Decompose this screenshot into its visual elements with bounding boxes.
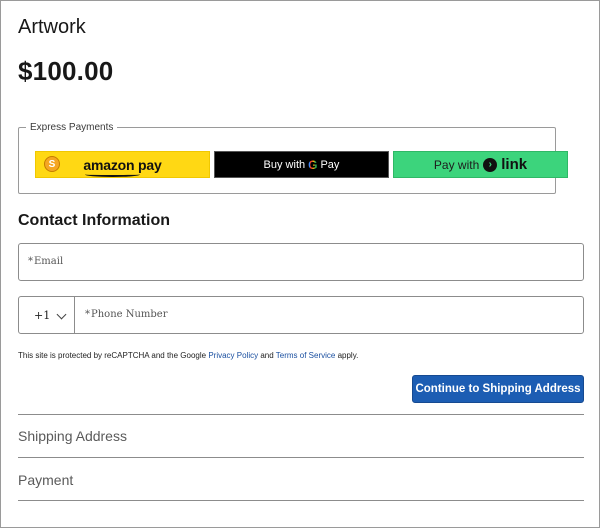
express-payments-group: Express Payments S amazon pay Buy with G… — [18, 122, 568, 194]
phone-placeholder: *Phone Number — [85, 309, 168, 320]
product-title: Artwork — [18, 16, 86, 38]
link-pay-button[interactable]: Pay with › link — [393, 151, 568, 178]
contact-information-heading: Contact Information — [18, 212, 170, 229]
google-pay-suffix: Pay — [320, 158, 340, 171]
email-placeholder: *Email — [28, 256, 64, 267]
shipping-address-section[interactable]: Shipping Address — [18, 428, 127, 444]
product-price: $100.00 — [18, 56, 114, 86]
chevron-down-icon — [56, 309, 67, 320]
country-code-value: +1 — [34, 308, 51, 322]
google-g-icon: G — [308, 157, 318, 172]
divider — [18, 500, 584, 501]
phone-number-field[interactable]: *Phone Number — [74, 296, 584, 334]
payment-section[interactable]: Payment — [18, 472, 73, 488]
privacy-policy-link[interactable]: Privacy Policy — [208, 351, 258, 360]
link-arrow-icon: › — [483, 157, 498, 172]
terms-of-service-link[interactable]: Terms of Service — [276, 351, 336, 360]
recaptcha-notice: This site is protected by reCAPTCHA and … — [18, 351, 359, 360]
link-pay-prefix: Pay with — [433, 157, 480, 172]
link-logo-text: link — [501, 156, 528, 173]
divider — [18, 414, 584, 415]
amazon-pay-label: amazon pay — [83, 157, 162, 177]
google-pay-prefix: Buy with — [263, 158, 306, 171]
phone-row: +1 *Phone Number — [18, 296, 584, 334]
email-field[interactable]: *Email — [18, 243, 584, 281]
amazon-pay-logo-icon: S — [44, 156, 60, 172]
google-pay-button[interactable]: Buy with G Pay — [214, 151, 389, 178]
continue-to-shipping-button[interactable]: Continue to Shipping Address — [412, 375, 584, 403]
express-payments-legend: Express Payments — [26, 122, 118, 134]
amazon-pay-button[interactable]: S amazon pay — [35, 151, 210, 178]
divider — [18, 457, 584, 458]
country-code-select[interactable]: +1 — [18, 296, 75, 334]
